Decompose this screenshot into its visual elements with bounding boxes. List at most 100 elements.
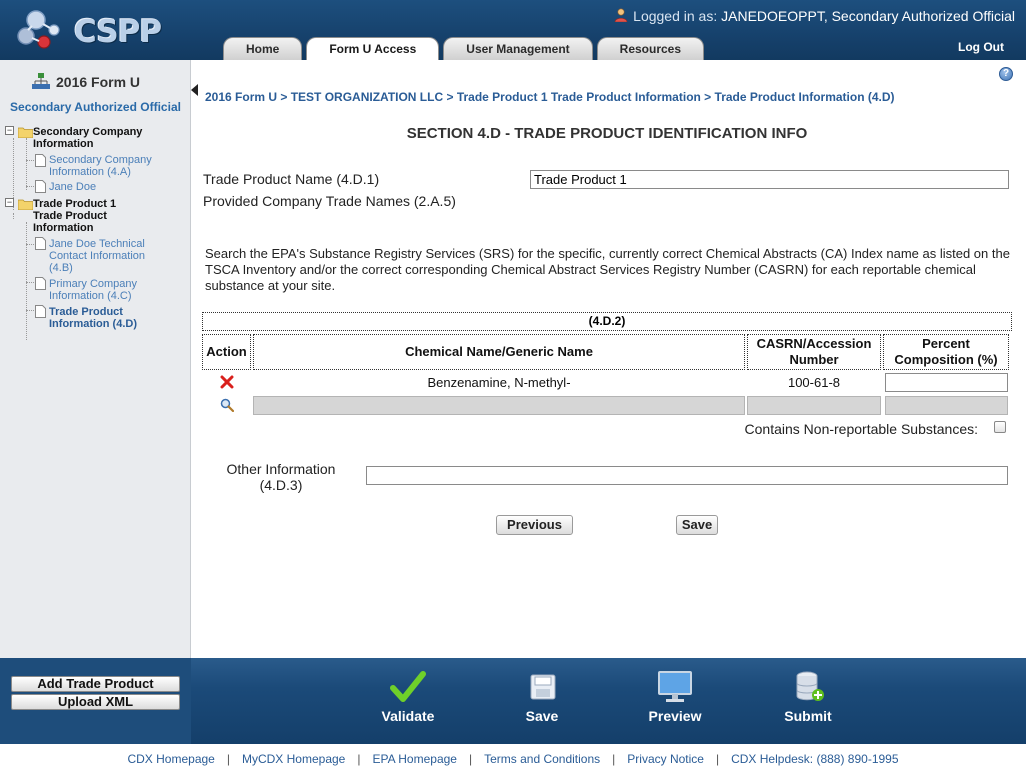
footer-separator: | (468, 752, 473, 766)
trade-product-name-input[interactable] (530, 170, 1009, 189)
footer-helpdesk: CDX Helpdesk: (888) 890-1995 (731, 752, 899, 766)
footer-link-mycdx-homepage[interactable]: MyCDX Homepage (242, 752, 345, 766)
collapse-toggle-icon[interactable]: − (5, 198, 14, 207)
breadcrumb[interactable]: 2016 Form U > TEST ORGANIZATION LLC > Tr… (205, 90, 895, 104)
header-chemical-name: Chemical Name/Generic Name (253, 334, 745, 370)
tree-connector (26, 186, 34, 187)
collapse-sidebar-icon[interactable] (191, 84, 198, 96)
validate-action[interactable]: Validate (363, 670, 453, 724)
tree-item-jane-doe[interactable]: Jane Doe (49, 181, 169, 193)
section-title: SECTION 4.D - TRADE PRODUCT IDENTIFICATI… (406, 125, 808, 142)
document-icon (35, 277, 46, 290)
delete-icon[interactable] (220, 375, 234, 389)
collapse-toggle-icon[interactable]: − (5, 126, 14, 135)
row-chemical-name: Benzenamine, N-methyl- (427, 375, 571, 390)
tab-resources[interactable]: Resources (596, 37, 705, 60)
footer: CDX Homepage | MyCDX Homepage | EPA Homepage… (0, 744, 1026, 775)
help-icon[interactable]: ? (999, 67, 1013, 81)
non-reportable-label: Contains Non-reportable Substances: (744, 421, 978, 437)
tree-connector (26, 138, 27, 190)
non-reportable-checkbox[interactable] (994, 421, 1006, 433)
header-casrn: CASRN/Accession Number (747, 334, 881, 370)
sidebar-title: 2016 Form U (32, 73, 140, 90)
other-information-label: Other Information (4.D.3) (205, 461, 357, 493)
submit-action[interactable]: Submit (763, 670, 853, 724)
save-button[interactable]: Save (676, 515, 718, 535)
other-information-label-line2: (4.D.3) (259, 477, 303, 493)
logged-in-user: JANEDOEOPPT, Secondary Authorized Offici… (721, 8, 1015, 24)
document-icon (35, 305, 46, 318)
sitemap-icon (32, 73, 50, 89)
preview-label: Preview (648, 708, 702, 724)
previous-button[interactable]: Previous (496, 515, 573, 535)
tab-form-u-access[interactable]: Form U Access (306, 37, 440, 60)
header-percent: Percent Composition (%) (883, 334, 1009, 370)
save-action-label: Save (525, 708, 559, 724)
folder-icon (18, 199, 33, 210)
footer-link-epa-homepage[interactable]: EPA Homepage (372, 752, 457, 766)
app-header: CSPP Logged in as: JANEDOEOPPT, Secondar… (0, 0, 1026, 60)
new-casrn-field[interactable] (747, 396, 881, 415)
logged-in-status: Logged in as: JANEDOEOPPT, Secondary Aut… (613, 8, 1015, 24)
main-tabs: Home Form U Access User Management Resou… (223, 37, 705, 60)
logo-text: CSPP (74, 14, 162, 50)
add-trade-product-button[interactable]: Add Trade Product (11, 676, 180, 692)
tree-folder-trade-product-1[interactable]: Trade Product 1 Trade Product Informatio… (33, 198, 133, 234)
tab-home[interactable]: Home (223, 37, 303, 60)
document-icon (35, 180, 46, 193)
tree-connector (26, 310, 34, 311)
tree-connector (26, 244, 34, 245)
provided-trade-names-label: Provided Company Trade Names (2.A.5) (203, 193, 456, 209)
monitor-icon (658, 671, 692, 702)
percent-composition-input[interactable] (885, 373, 1008, 392)
footer-link-cdx-homepage[interactable]: CDX Homepage (127, 752, 214, 766)
footer-link-terms[interactable]: Terms and Conditions (484, 752, 600, 766)
new-chemical-name-field[interactable] (253, 396, 745, 415)
cspp-logo[interactable]: CSPP (14, 6, 162, 52)
floppy-icon (530, 674, 556, 700)
footer-separator: | (357, 752, 361, 766)
footer-link-privacy[interactable]: Privacy Notice (627, 752, 704, 766)
document-icon (35, 237, 46, 250)
row-casrn: 100-61-8 (787, 375, 841, 390)
validate-label: Validate (381, 708, 435, 724)
document-icon (35, 154, 46, 167)
sidebar: 2016 Form U Secondary Authorized Officia… (0, 60, 191, 658)
tree-item-trade-product-info-4d[interactable]: Trade Product Information (4.D) (49, 306, 149, 330)
action-bar (191, 658, 1026, 744)
tree-item-secondary-company-4a[interactable]: Secondary Company Information (4.A) (49, 154, 169, 178)
other-information-input[interactable] (366, 466, 1008, 485)
tree-folder-secondary-company[interactable]: Secondary Company Information (33, 126, 183, 150)
tree-item-primary-company-4c[interactable]: Primary Company Information (4.C) (49, 278, 149, 302)
footer-separator: | (612, 752, 616, 766)
header-action: Action (202, 334, 251, 370)
upload-xml-button[interactable]: Upload XML (11, 694, 180, 710)
tab-user-management[interactable]: User Management (443, 37, 593, 60)
trade-product-name-label: Trade Product Name (4.D.1) (203, 171, 380, 187)
new-percent-field[interactable] (885, 396, 1008, 415)
submit-label: Submit (784, 708, 832, 724)
table-caption: (4.D.2) (202, 312, 1012, 331)
checkmark-icon (390, 671, 426, 702)
folder-icon (18, 127, 33, 138)
logout-link[interactable]: Log Out (958, 40, 1004, 54)
preview-action[interactable]: Preview (630, 670, 720, 724)
tree-connector (13, 213, 14, 219)
user-icon (614, 8, 628, 22)
other-information-label-line1: Other Information (226, 461, 336, 477)
search-icon[interactable] (220, 398, 234, 412)
tree-connector (26, 282, 34, 283)
tree-item-technical-contact-4b[interactable]: Jane Doe Technical Contact Information (… (49, 238, 149, 274)
footer-separator: | (715, 752, 720, 766)
sidebar-role: Secondary Authorized Official (10, 100, 181, 114)
tree-connector (26, 160, 34, 161)
database-icon (796, 671, 824, 701)
molecule-logo-icon (17, 10, 60, 49)
sidebar-actions: Add Trade Product Upload XML (0, 658, 191, 744)
logged-in-prefix: Logged in as: (633, 8, 718, 24)
instructions-text: Search the EPA's Substance Registry Serv… (205, 246, 1010, 293)
sidebar-title-text: 2016 Form U (56, 74, 141, 90)
tree-connector (26, 222, 27, 340)
save-action[interactable]: Save (497, 670, 587, 724)
footer-separator: | (226, 752, 230, 766)
